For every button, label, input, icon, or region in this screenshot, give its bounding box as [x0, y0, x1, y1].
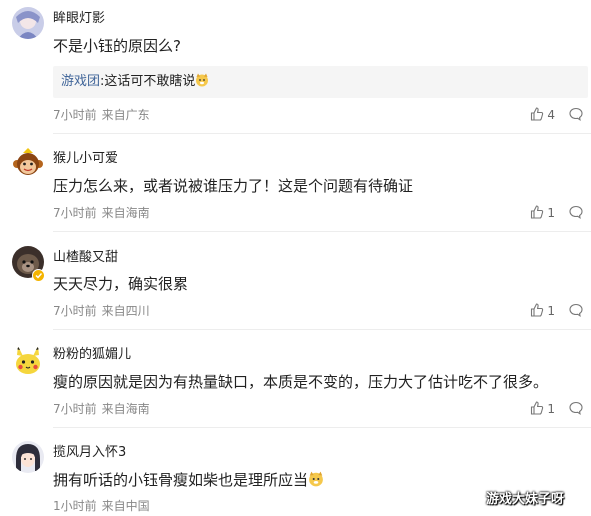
comment-location: 来自四川 [101, 304, 150, 318]
username[interactable]: 揽风月入怀3 [53, 445, 126, 461]
comment-text: 天天尽力，确实很累 [53, 275, 189, 293]
username[interactable]: 山楂酸又甜 [53, 250, 118, 266]
comment-time: 7小时前 [53, 304, 97, 318]
reply-button[interactable] [569, 204, 583, 223]
comment-location: 来自中国 [101, 499, 150, 513]
username[interactable]: 猴儿小可爱 [53, 151, 118, 167]
comment-meta: 7小时前 来自海南 [53, 205, 150, 221]
user-avatar[interactable] [12, 7, 44, 39]
reply-text: :这话可不敢瞎说 [100, 74, 196, 89]
comment-text: 压力怎么来，或者说被谁压力了！这是个问题有待确证 [53, 177, 414, 195]
comment-location: 来自海南 [101, 206, 150, 220]
like-count: 4 [547, 108, 555, 122]
comment-location: 来自广东 [101, 108, 150, 122]
comment-meta: 7小时前 来自四川 [53, 303, 150, 319]
speech-bubble-icon [569, 106, 583, 125]
comment-meta: 1小时前 来自中国 [53, 498, 150, 514]
like-count: 1 [547, 206, 555, 220]
comment-location: 来自海南 [101, 402, 150, 416]
comment-time: 7小时前 [53, 402, 97, 416]
comment-actions: 1 [530, 400, 583, 419]
comment-time: 7小时前 [53, 206, 97, 220]
comment-text: 不是小钰的原因么? [53, 37, 181, 55]
thumbs-up-icon [530, 204, 544, 223]
comment-item: 猴儿小可爱 压力怎么来，或者说被谁压力了！这是个问题有待确证 7小时前 来自海南 … [0, 134, 591, 232]
like-button[interactable]: 1 [530, 302, 555, 321]
username[interactable]: 眸眼灯影 [53, 11, 105, 27]
like-button[interactable]: 1 [530, 204, 555, 223]
comment-actions: 1 [530, 302, 583, 321]
comment-actions: 1 [530, 204, 583, 223]
user-avatar[interactable] [12, 147, 44, 179]
comment-actions: 4 [530, 106, 583, 125]
comment-time: 7小时前 [53, 108, 97, 122]
doge-emoji-icon [195, 68, 209, 100]
thumbs-up-icon [530, 400, 544, 419]
like-count: 1 [547, 304, 555, 318]
like-count: 1 [547, 402, 555, 416]
verified-badge-icon [32, 267, 45, 282]
reply-button[interactable] [569, 400, 583, 419]
comment-meta: 7小时前 来自广东 [53, 107, 150, 123]
reply-username[interactable]: 游戏团 [61, 74, 100, 89]
reply-button[interactable] [569, 106, 583, 125]
user-avatar[interactable] [12, 441, 44, 473]
reply-button[interactable] [569, 302, 583, 321]
username[interactable]: 粉粉的狐媚儿 [53, 347, 131, 363]
comment-text-content: 拥有听话的小钰骨瘦如柴也是理所应当 [53, 471, 309, 489]
speech-bubble-icon [569, 400, 583, 419]
comment-time: 1小时前 [53, 499, 97, 513]
like-button[interactable]: 4 [530, 106, 555, 125]
comment-item: 粉粉的狐媚儿 瘦的原因就是因为有热量缺口，本质是不变的，压力大了估计吃不了很多。… [0, 330, 591, 428]
reply-preview[interactable]: 游戏团:这话可不敢瞎说 [53, 66, 588, 98]
comment-text: 拥有听话的小钰骨瘦如柴也是理所应当 [53, 470, 324, 492]
comment-text: 瘦的原因就是因为有热量缺口，本质是不变的，压力大了估计吃不了很多。 [53, 373, 549, 391]
thumbs-up-icon [530, 302, 544, 321]
user-avatar[interactable] [12, 344, 44, 376]
speech-bubble-icon [569, 204, 583, 223]
comment-item: 眸眼灯影 不是小钰的原因么? 游戏团:这话可不敢瞎说 7小时前 来自广东 4 [0, 0, 591, 134]
like-button[interactable]: 1 [530, 400, 555, 419]
doge-emoji-icon [308, 471, 324, 492]
thumbs-up-icon [530, 106, 544, 125]
watermark: 游戏大妹子呀 [486, 492, 565, 507]
comment-meta: 7小时前 来自海南 [53, 401, 150, 417]
comment-item: 山楂酸又甜 天天尽力，确实很累 7小时前 来自四川 1 [0, 232, 591, 330]
speech-bubble-icon [569, 302, 583, 321]
